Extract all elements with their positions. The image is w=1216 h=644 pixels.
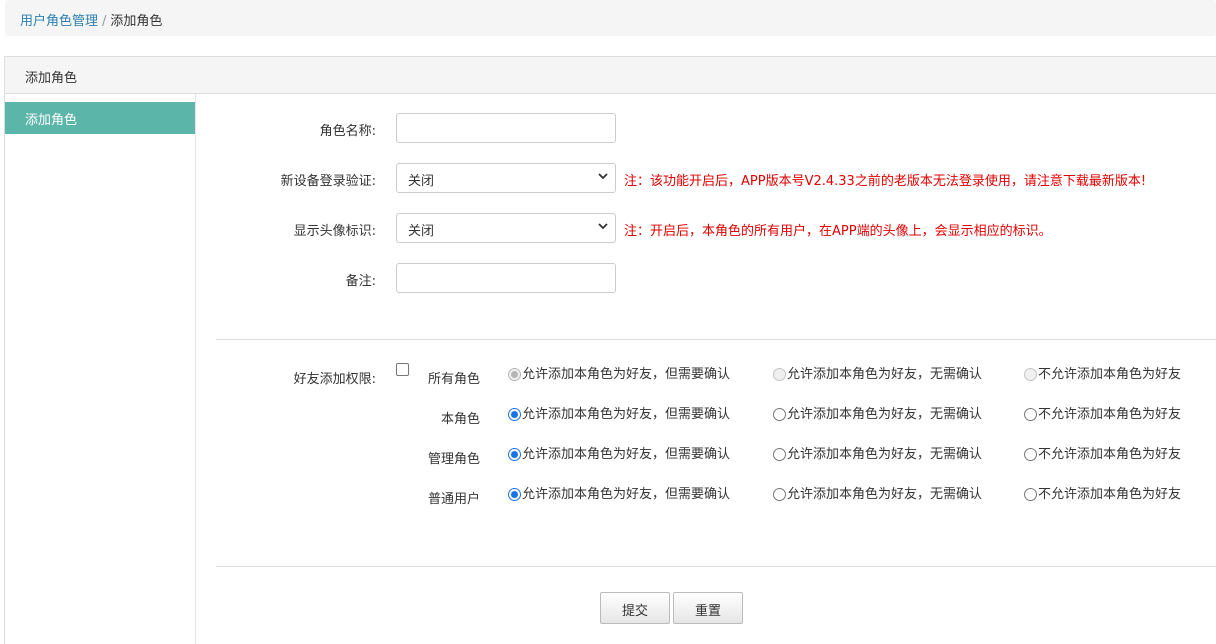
breadcrumb: 用户角色管理 / 添加角色 <box>5 0 1216 36</box>
device-verify-value: 关闭 <box>408 174 435 189</box>
divider <box>216 566 1216 567</box>
option-self-no-confirm[interactable]: 允许添加本角色为好友，无需确认 <box>773 403 982 422</box>
panel-heading: 添加角色 <box>5 57 1216 94</box>
radio-icon <box>508 488 521 501</box>
option-all-deny[interactable]: 不允许添加本角色为好友 <box>1024 363 1181 382</box>
option-admin-deny[interactable]: 不允许添加本角色为好友 <box>1024 443 1181 462</box>
radio-icon <box>773 488 786 501</box>
sidebar-item-add-role[interactable]: 添加角色 <box>5 102 195 134</box>
option-label: 允许添加本角色为好友，但需要确认 <box>522 407 731 422</box>
avatar-mark-label: 显示头像标识: <box>293 224 376 239</box>
radio-icon <box>773 448 786 461</box>
radio-icon <box>1024 488 1037 501</box>
friend-permission-label: 好友添加权限: <box>293 372 376 387</box>
option-user-no-confirm[interactable]: 允许添加本角色为好友，无需确认 <box>773 483 982 502</box>
device-verify-note: 注：该功能开启后，APP版本号V2.4.33之前的老版本无法登录使用，请注意下载… <box>624 174 1147 189</box>
radio-icon <box>773 408 786 421</box>
radio-icon <box>508 448 521 461</box>
option-label: 允许添加本角色为好友，无需确认 <box>787 487 983 502</box>
permission-row-label-self: 本角色 <box>440 412 480 427</box>
avatar-mark-note: 注：开启后，本角色的所有用户，在APP端的头像上，会显示相应的标识。 <box>624 224 1052 239</box>
option-label: 不允许添加本角色为好友 <box>1038 447 1182 462</box>
option-label: 允许添加本角色为好友，无需确认 <box>787 367 983 382</box>
option-all-confirm[interactable]: 允许添加本角色为好友，但需要确认 <box>508 363 730 382</box>
submit-button[interactable]: 提交 <box>600 592 670 624</box>
option-label: 允许添加本角色为好友，但需要确认 <box>522 447 731 462</box>
option-label: 不允许添加本角色为好友 <box>1038 407 1182 422</box>
option-label: 允许添加本角色为好友，无需确认 <box>787 407 983 422</box>
permission-row-label-all: 所有角色 <box>427 372 480 387</box>
option-user-confirm[interactable]: 允许添加本角色为好友，但需要确认 <box>508 483 730 502</box>
option-all-no-confirm[interactable]: 允许添加本角色为好友，无需确认 <box>773 363 982 382</box>
remark-input[interactable] <box>396 263 616 293</box>
role-name-input[interactable] <box>396 113 616 143</box>
option-label: 允许添加本角色为好友，但需要确认 <box>522 367 731 382</box>
remark-label: 备注: <box>345 274 376 289</box>
radio-icon <box>1024 408 1037 421</box>
radio-icon <box>1024 368 1037 381</box>
radio-icon <box>1024 448 1037 461</box>
radio-icon <box>508 368 521 381</box>
option-admin-no-confirm[interactable]: 允许添加本角色为好友，无需确认 <box>773 443 982 462</box>
breadcrumb-separator: / <box>102 14 107 29</box>
main-panel: 添加角色 添加角色 <box>4 56 1216 644</box>
avatar-mark-value: 关闭 <box>408 224 435 239</box>
device-verify-select[interactable]: 关闭 <box>396 163 616 193</box>
reset-button[interactable]: 重置 <box>673 592 743 624</box>
radio-icon <box>773 368 786 381</box>
option-admin-confirm[interactable]: 允许添加本角色为好友，但需要确认 <box>508 443 730 462</box>
permission-row-label-admin: 管理角色 <box>427 452 480 467</box>
sidebar: 添加角色 <box>5 94 196 644</box>
radio-icon <box>508 408 521 421</box>
option-label: 不允许添加本角色为好友 <box>1038 487 1182 502</box>
option-self-confirm[interactable]: 允许添加本角色为好友，但需要确认 <box>508 403 730 422</box>
option-self-deny[interactable]: 不允许添加本角色为好友 <box>1024 403 1181 422</box>
breadcrumb-current: 添加角色 <box>110 14 163 29</box>
option-label: 允许添加本角色为好友，无需确认 <box>787 447 983 462</box>
device-verify-label: 新设备登录验证: <box>280 174 376 189</box>
option-label: 允许添加本角色为好友，但需要确认 <box>522 487 731 502</box>
divider <box>216 339 1216 340</box>
breadcrumb-link-role-management[interactable]: 用户角色管理 <box>20 14 98 29</box>
option-user-deny[interactable]: 不允许添加本角色为好友 <box>1024 483 1181 502</box>
option-label: 不允许添加本角色为好友 <box>1038 367 1182 382</box>
chevron-down-icon <box>598 173 608 180</box>
avatar-mark-select[interactable]: 关闭 <box>396 213 616 243</box>
permission-row-label-user: 普通用户 <box>427 492 480 507</box>
chevron-down-icon <box>598 223 608 230</box>
role-name-label: 角色名称: <box>319 124 376 139</box>
